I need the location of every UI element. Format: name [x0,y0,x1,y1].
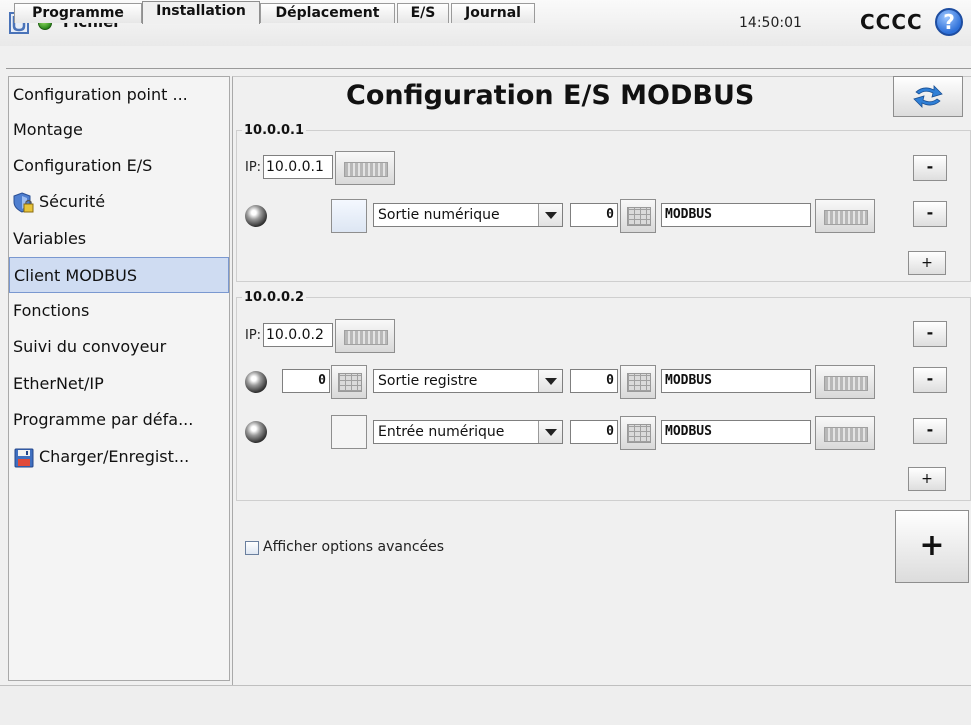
signal-type-value: Sortie registre [378,373,478,389]
advanced-options-checkbox[interactable] [245,541,259,555]
numpad-icon [627,373,651,392]
keyboard-icon [824,427,868,442]
signal-name-field[interactable]: MODBUS [661,369,811,393]
signal-name-field[interactable]: MODBUS [661,420,811,444]
tab-installation[interactable]: Installation [142,1,260,24]
numpad-icon [627,207,651,226]
address-field[interactable]: 0 [570,420,618,444]
shield-lock-icon [13,191,34,213]
signal-name-field[interactable]: MODBUS [661,203,811,227]
signal-status-icon [245,421,267,443]
sidebar-item-ethernet-ip[interactable]: EtherNet/IP [9,366,229,402]
tab-deplacement[interactable]: Déplacement [260,3,395,23]
sidebar-item-label: Montage [13,120,83,139]
keyboard-button-ip-1[interactable] [335,151,395,185]
sidebar-item-suivi-convoyeur[interactable]: Suivi du convoyeur [9,329,229,365]
address-field[interactable]: 0 [570,369,618,393]
address-field[interactable]: 0 [570,203,618,227]
numpad-icon [627,424,651,443]
signal-type-value: Entrée numérique [378,424,505,440]
register-value-field[interactable]: 0 [282,369,330,393]
page-title: Configuration E/S MODBUS [346,80,755,111]
sidebar-item-securite[interactable]: Sécurité [9,184,229,220]
robot-name: CCCC [860,10,923,34]
unit-1-label: 10.0.0.1 [242,123,307,138]
refresh-arrows-icon [913,85,943,108]
keyboard-icon [824,376,868,391]
help-button[interactable]: ? [935,8,963,36]
signal-value-box [331,415,367,449]
numpad-button[interactable] [620,416,656,450]
sidebar-item-label: Charger/Enregist... [39,447,190,466]
sidebar-item-label: Client MODBUS [14,266,137,285]
add-signal-unit-2-button[interactable]: + [908,467,946,491]
sidebar-item-label: Sécurité [39,192,106,211]
ip-field-unit-2[interactable]: 10.0.0.2 [263,323,333,347]
remove-unit-1-button[interactable]: - [913,155,947,181]
add-signal-unit-1-button[interactable]: + [908,251,946,275]
bottom-bar [0,685,971,725]
sidebar-item-fonctions[interactable]: Fonctions [9,293,229,329]
signal-type-select[interactable]: Sortie numérique [373,203,563,227]
keyboard-icon [824,210,868,225]
tab-es[interactable]: E/S [397,3,449,23]
keyboard-icon [344,162,388,177]
sidebar-item-programme-par-defaut[interactable]: Programme par défa... [9,402,229,438]
sidebar-item-configuration-point[interactable]: Configuration point ... [9,77,229,113]
sidebar-item-client-modbus[interactable]: Client MODBUS [9,257,229,293]
sidebar-item-label: Suivi du convoyeur [13,337,167,356]
sidebar-item-label: EtherNet/IP [13,374,104,393]
numpad-button[interactable] [620,365,656,399]
chevron-down-icon [538,370,562,392]
sidebar-item-label: Variables [13,229,87,248]
save-disk-icon [14,448,34,467]
keyboard-icon [344,330,388,345]
numpad-button[interactable] [620,199,656,233]
sidebar-item-label: Programme par défa... [13,410,194,429]
signal-status-icon [245,205,267,227]
ip-prefix-label: IP: [245,160,262,175]
keyboard-button-name[interactable] [815,365,875,399]
remove-signal-button[interactable]: - [913,367,947,393]
keyboard-button-name[interactable] [815,416,875,450]
tab-divider [6,68,971,69]
keyboard-button-ip-2[interactable] [335,319,395,353]
tab-programme[interactable]: Programme [14,3,142,23]
sidebar-item-label: Fonctions [13,301,90,320]
sidebar-item-configuration-es[interactable]: Configuration E/S [9,148,229,184]
keyboard-button-name[interactable] [815,199,875,233]
sidebar-item-variables[interactable]: Variables [9,221,229,257]
sidebar-item-charger-enregistrer[interactable]: Charger/Enregist... [9,439,229,475]
remove-signal-button[interactable]: - [913,418,947,444]
sidebar-item-label: Configuration E/S [13,156,153,175]
chevron-down-icon [538,204,562,226]
signal-type-value: Sortie numérique [378,207,500,223]
signal-type-select[interactable]: Sortie registre [373,369,563,393]
ip-field-unit-1[interactable]: 10.0.0.1 [263,155,333,179]
ip-prefix-label: IP: [245,328,262,343]
remove-unit-2-button[interactable]: - [913,321,947,347]
clock: 14:50:01 [739,15,802,31]
signal-status-icon [245,371,267,393]
remove-signal-button[interactable]: - [913,201,947,227]
sidebar-item-label: Configuration point ... [13,85,188,104]
sidebar-item-montage[interactable]: Montage [9,112,229,148]
numpad-icon [338,373,362,392]
unit-2-label: 10.0.0.2 [242,290,307,305]
tab-journal[interactable]: Journal [451,3,535,23]
advanced-options-label: Afficher options avancées [263,539,445,555]
refresh-button[interactable] [893,76,963,117]
numpad-button[interactable] [331,365,367,399]
chevron-down-icon [538,421,562,443]
add-unit-button[interactable]: + [895,510,969,583]
sidebar: Configuration point ... Montage Configur… [8,76,230,681]
signal-type-select[interactable]: Entrée numérique [373,420,563,444]
signal-value-box [331,199,367,233]
